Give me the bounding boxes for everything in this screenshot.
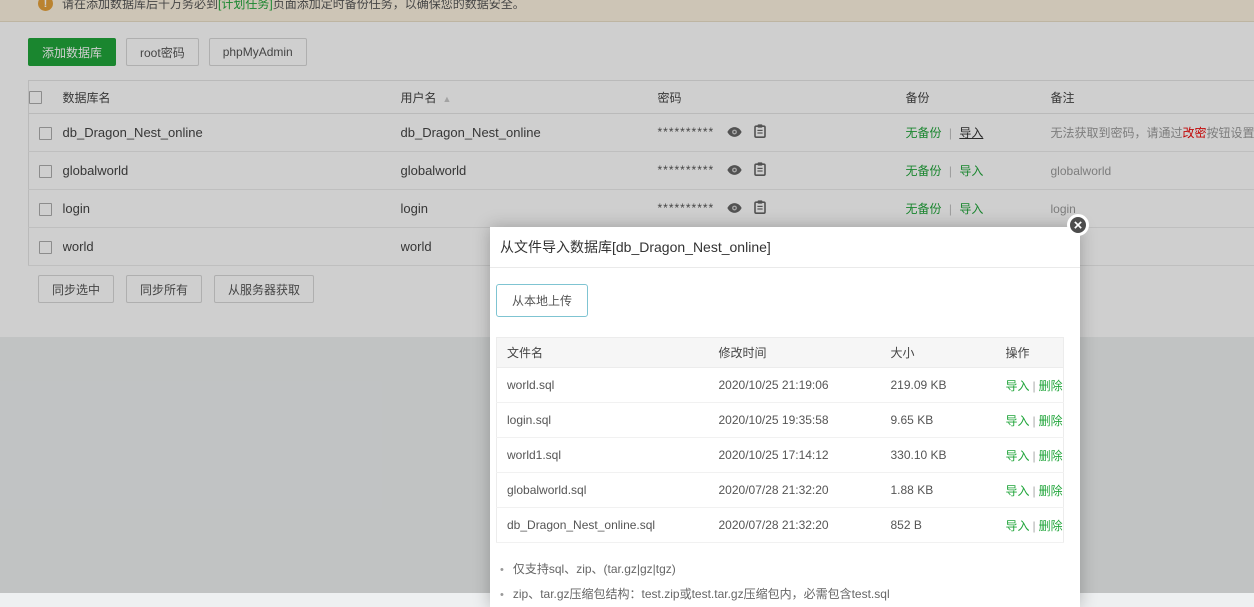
- file-import-link[interactable]: 导入: [1006, 449, 1030, 463]
- file-table-row: globalworld.sql 2020/07/28 21:32:20 1.88…: [497, 473, 1064, 508]
- file-action-cell: 导入|删除: [996, 473, 1064, 508]
- file-table-row: world.sql 2020/10/25 21:19:06 219.09 KB …: [497, 368, 1064, 403]
- modal-note-item: zip、tar.gz压缩包结构：test.zip或test.tar.gz压缩包内…: [500, 582, 1074, 607]
- file-size: 330.10 KB: [881, 438, 996, 473]
- file-mtime: 2020/10/25 19:35:58: [709, 403, 881, 438]
- file-import-link[interactable]: 导入: [1006, 484, 1030, 498]
- file-table-row: db_Dragon_Nest_online.sql 2020/07/28 21:…: [497, 508, 1064, 543]
- modal-note-item: 仅支持sql、zip、(tar.gz|gz|tgz): [500, 557, 1074, 582]
- modal-title: 从文件导入数据库[db_Dragon_Nest_online]: [490, 227, 1080, 268]
- file-table-row: world1.sql 2020/10/25 17:14:12 330.10 KB…: [497, 438, 1064, 473]
- file-size: 852 B: [881, 508, 996, 543]
- file-size: 9.65 KB: [881, 403, 996, 438]
- file-import-link[interactable]: 导入: [1006, 414, 1030, 428]
- upload-from-local-button[interactable]: 从本地上传: [496, 284, 588, 317]
- modal-body: 从本地上传 文件名 修改时间 大小 操作 world.sql 2020/10/2…: [490, 268, 1080, 607]
- file-name: world1.sql: [497, 438, 709, 473]
- file-import-link[interactable]: 导入: [1006, 379, 1030, 393]
- file-size: 219.09 KB: [881, 368, 996, 403]
- file-delete-link[interactable]: 删除: [1039, 414, 1063, 428]
- file-table-row: login.sql 2020/10/25 19:35:58 9.65 KB 导入…: [497, 403, 1064, 438]
- file-size: 1.88 KB: [881, 473, 996, 508]
- header-file-name: 文件名: [497, 338, 709, 368]
- header-file-size: 大小: [881, 338, 996, 368]
- file-mtime: 2020/07/28 21:32:20: [709, 508, 881, 543]
- file-table-header-row: 文件名 修改时间 大小 操作: [497, 338, 1064, 368]
- file-action-cell: 导入|删除: [996, 438, 1064, 473]
- file-mtime: 2020/07/28 21:32:20: [709, 473, 881, 508]
- file-name: world.sql: [497, 368, 709, 403]
- file-import-link[interactable]: 导入: [1006, 519, 1030, 533]
- file-mtime: 2020/10/25 21:19:06: [709, 368, 881, 403]
- file-mtime: 2020/10/25 17:14:12: [709, 438, 881, 473]
- close-icon[interactable]: ×: [1067, 214, 1089, 236]
- file-name: db_Dragon_Nest_online.sql: [497, 508, 709, 543]
- import-database-modal: × 从文件导入数据库[db_Dragon_Nest_online] 从本地上传 …: [490, 227, 1080, 607]
- file-action-cell: 导入|删除: [996, 368, 1064, 403]
- file-action-cell: 导入|删除: [996, 508, 1064, 543]
- file-delete-link[interactable]: 删除: [1039, 379, 1063, 393]
- file-name: login.sql: [497, 403, 709, 438]
- modal-notes: 仅支持sql、zip、(tar.gz|gz|tgz) zip、tar.gz压缩包…: [496, 557, 1074, 607]
- file-delete-link[interactable]: 删除: [1039, 519, 1063, 533]
- file-delete-link[interactable]: 删除: [1039, 449, 1063, 463]
- header-file-mtime: 修改时间: [709, 338, 881, 368]
- file-delete-link[interactable]: 删除: [1039, 484, 1063, 498]
- header-file-action: 操作: [996, 338, 1064, 368]
- file-name: globalworld.sql: [497, 473, 709, 508]
- file-action-cell: 导入|删除: [996, 403, 1064, 438]
- file-table: 文件名 修改时间 大小 操作 world.sql 2020/10/25 21:1…: [496, 337, 1064, 543]
